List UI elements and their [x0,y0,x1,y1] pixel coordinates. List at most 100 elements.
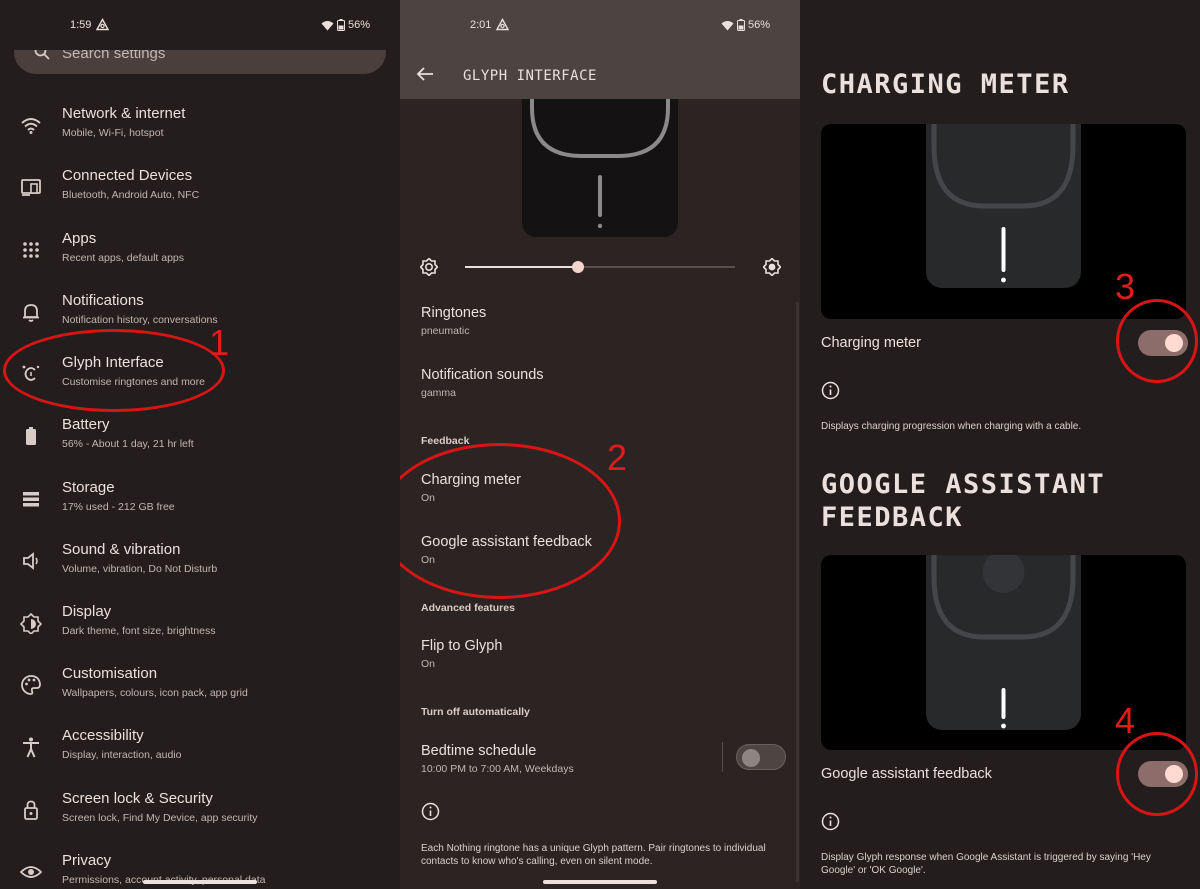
footnote-text: Each Nothing ringtone has a unique Glyph… [421,843,766,867]
info-icon [821,381,840,400]
charging-meter-heading: CHARGING METER [821,69,1070,100]
preview-phone [926,555,1081,730]
section-header-feedback: Feedback [421,435,470,447]
battery-status-icon [336,19,345,32]
slider-track[interactable] [465,266,735,268]
item-subtitle: 17% used - 212 GB free [62,501,175,513]
app-bar: 2:01 56% GLYPH INTERFACE [400,0,800,99]
glyph-interface-panel: 2:01 56% GLYPH INTERFACE Ringtones pneum… [400,0,800,889]
charging-preview-graphic [931,124,1076,283]
preview-phone [926,124,1081,288]
eye-icon [20,866,42,878]
row-subtitle: gamma [421,387,457,399]
bedtime-schedule-row[interactable]: Bedtime schedule 10:00 PM to 7:00 AM, We… [421,743,574,775]
item-subtitle: 56% - About 1 day, 21 hr left [62,438,194,450]
row-title: Ringtones [421,305,487,321]
item-subtitle: Volume, vibration, Do Not Disturb [62,563,218,575]
assistant-preview-graphic [931,555,1076,729]
storage-icon [23,492,39,507]
settings-item-connected-devices[interactable]: Connected Devices Bluetooth, Android Aut… [0,167,400,223]
battery-percent: 56% [747,19,770,31]
notification-sounds-row[interactable]: Notification sounds gamma [421,367,544,399]
bell-icon [23,304,39,322]
item-subtitle: Screen lock, Find My Device, app securit… [62,812,258,824]
settings-item-battery[interactable]: Battery 56% - About 1 day, 21 hr left [0,416,400,472]
apps-icon [23,242,39,258]
slider-fill [465,266,579,268]
row-subtitle: 10:00 PM to 7:00 AM, Weekdays [421,763,574,775]
item-title: Storage [62,479,115,496]
charging-meter-description: Displays charging progression when charg… [821,421,1082,432]
status-time: 2:01 [470,19,492,31]
heading-line-2: FEEDBACK [821,502,964,533]
battery-percent: 56% [347,19,370,31]
gesture-handle[interactable] [543,880,657,884]
item-title: Sound & vibration [62,541,181,558]
item-title: Connected Devices [62,167,193,184]
row-title: Bedtime schedule [421,743,537,759]
settings-item-customisation[interactable]: Customisation Wallpapers, colours, icon … [0,665,400,721]
settings-item-storage[interactable]: Storage 17% used - 212 GB free [0,479,400,535]
status-time: 1:59 [70,19,92,31]
brightness-high-icon [763,258,781,276]
annotation-number-1: 1 [209,322,230,363]
bedtime-toggle[interactable] [736,744,786,770]
section-header-advanced: Advanced features [421,602,515,614]
item-subtitle: Dark theme, font size, brightness [62,625,216,637]
nothing-logo-icon [496,18,509,31]
brightness-slider[interactable] [420,256,781,278]
back-arrow-icon[interactable] [416,66,434,82]
item-title: Display [62,603,112,620]
row-title: Notification sounds [421,367,544,383]
settings-item-screen-lock[interactable]: Screen lock & Security Screen lock, Find… [0,790,400,846]
palette-icon [21,675,41,695]
slider-thumb[interactable] [572,261,585,273]
description-line-2: Google' or 'OK Google'. [821,865,926,876]
row-subtitle: On [421,658,436,670]
annotation-ring-4 [1116,732,1198,816]
item-subtitle: Recent apps, default apps [62,252,185,264]
volume-icon [23,552,38,570]
row-subtitle: pneumatic [421,325,470,337]
toggle-knob [742,749,760,767]
google-assistant-description: Display Glyph response when Google Assis… [821,851,1151,877]
google-assistant-heading: GOOGLE ASSISTANT FEEDBACK [821,468,1105,534]
lock-icon [24,800,38,820]
item-title: Apps [62,230,97,247]
settings-item-sound[interactable]: Sound & vibration Volume, vibration, Do … [0,541,400,597]
settings-item-accessibility[interactable]: Accessibility Display, interaction, audi… [0,727,400,783]
item-subtitle: Display, interaction, audio [62,749,182,761]
gesture-handle[interactable] [143,880,257,884]
display-icon [20,612,42,634]
item-subtitle: Bluetooth, Android Auto, NFC [62,189,200,201]
scrollbar[interactable] [796,302,799,882]
settings-panel: Search settings 1:59 56% Network & inter… [0,0,400,889]
item-title: Customisation [62,665,158,682]
annotation-number-4: 4 [1115,700,1136,741]
info-icon [421,802,440,821]
battery-status-icon [736,19,745,32]
item-title: Privacy [62,852,112,869]
page-title: GLYPH INTERFACE [463,68,597,84]
item-title: Accessibility [62,727,144,744]
devices-icon [21,179,41,196]
status-right: 56% [321,19,370,32]
flip-to-glyph-row[interactable]: Flip to Glyph On [421,638,502,670]
ringtones-row[interactable]: Ringtones pneumatic [421,305,486,337]
glyph-preview-graphic [530,80,670,229]
heading-line-1: GOOGLE ASSISTANT [821,469,1106,500]
item-subtitle: Mobile, Wi-Fi, hotspot [62,127,164,139]
settings-item-apps[interactable]: Apps Recent apps, default apps [0,230,400,286]
wifi-status-icon [321,20,334,31]
accessibility-icon [23,737,39,758]
item-subtitle: Notification history, conversations [62,314,218,326]
row-title: Flip to Glyph [421,638,503,654]
settings-item-display[interactable]: Display Dark theme, font size, brightnes… [0,603,400,659]
annotation-ring-3 [1116,299,1198,383]
section-header-turn-off: Turn off automatically [421,706,530,718]
settings-item-network[interactable]: Network & internet Mobile, Wi-Fi, hotspo… [0,105,400,161]
status-right: 56% [721,19,770,32]
status-bar: 1:59 56% [0,16,400,36]
item-title: Battery [62,416,110,433]
wifi-status-icon [721,20,734,31]
